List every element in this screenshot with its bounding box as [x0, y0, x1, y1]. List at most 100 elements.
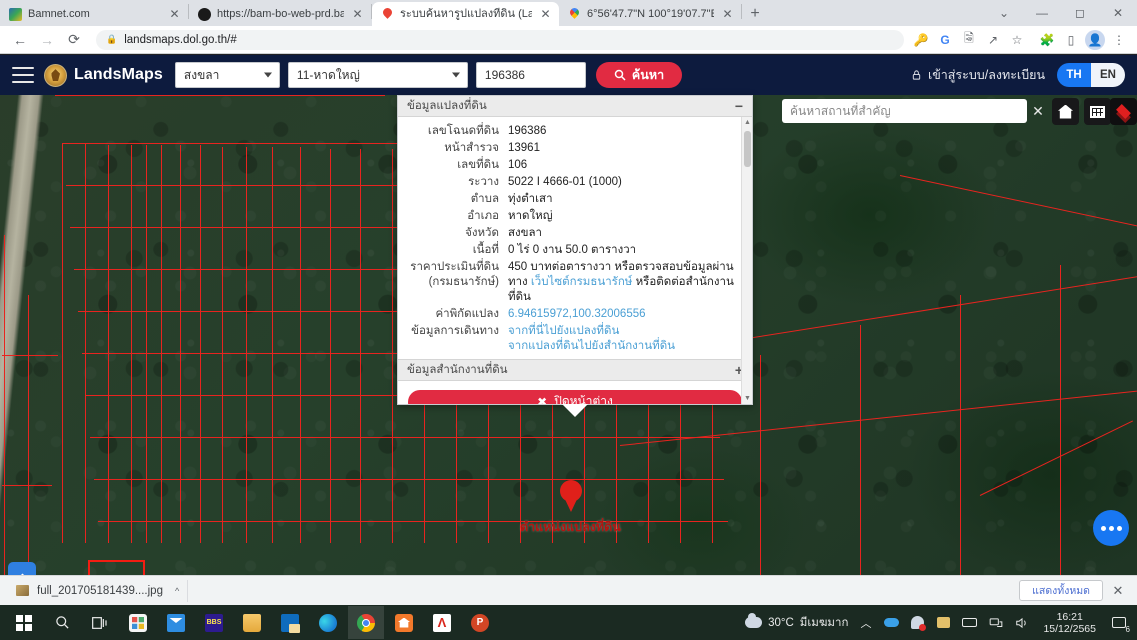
minimize-button[interactable]: —	[1023, 0, 1061, 26]
side-panel-icon[interactable]: ▯	[1061, 30, 1081, 50]
security-alert-icon[interactable]	[909, 615, 927, 631]
panel-title: ข้อมูลแปลงที่ดิน	[407, 99, 487, 112]
chevron-up-icon[interactable]: ︿	[857, 615, 874, 630]
edge-icon[interactable]	[310, 606, 346, 639]
route-parcel-to-office-link[interactable]: จากแปลงที่ดินไปยังสำนักงานที่ดิน	[508, 339, 752, 354]
scroll-down-arrow-icon[interactable]: ▼	[742, 393, 752, 404]
district-select[interactable]: 11-หาดใหญ่	[287, 62, 468, 88]
treasury-website-link[interactable]: เว็บไซต์กรมธนารักษ์	[531, 276, 633, 288]
chrome-menu-icon[interactable]: ⋮	[1109, 30, 1129, 50]
password-manager-icon[interactable]: 🔑	[911, 30, 931, 50]
acrobat-icon[interactable]: Λ	[424, 606, 460, 639]
clock[interactable]: 16:21 15/12/2565	[1039, 611, 1100, 635]
store-icon[interactable]	[120, 606, 156, 639]
forward-icon[interactable]: →	[35, 28, 59, 52]
lang-en-button[interactable]: EN	[1091, 63, 1125, 87]
profile-avatar-icon[interactable]: 👤	[1085, 29, 1105, 50]
search-button[interactable]: ค้นหา	[595, 62, 683, 88]
cloud-icon	[745, 613, 763, 628]
menu-icon[interactable]	[12, 67, 34, 83]
scrollbar-thumb[interactable]	[744, 130, 751, 167]
province-select[interactable]: สงขลา	[174, 62, 280, 88]
close-download-shelf-icon[interactable]: ✕	[1107, 580, 1129, 602]
table-row-coordinates: ค่าพิกัดแปลง 6.94615972,100.32006556	[398, 306, 752, 323]
home-app-icon[interactable]	[386, 606, 422, 639]
parcel-info-accordion-header[interactable]: ข้อมูลแปลงที่ดิน −	[398, 96, 752, 117]
onedrive-icon[interactable]	[883, 615, 900, 630]
new-tab-button[interactable]: +	[742, 2, 768, 26]
panel-scrollbar[interactable]: ▲ ▼	[741, 116, 752, 404]
coord-value[interactable]: 6.94615972,100.32006556	[508, 307, 752, 322]
display-icon[interactable]	[935, 615, 952, 630]
network-icon[interactable]	[987, 615, 1004, 630]
table-row: จังหวัด สงขลา	[398, 225, 752, 242]
powerpoint-icon[interactable]: P	[462, 606, 498, 639]
mail-icon[interactable]	[158, 606, 194, 639]
language-toggle[interactable]: TH EN	[1057, 63, 1125, 87]
row-value: 106	[508, 158, 528, 171]
tab-close-icon[interactable]: ✕	[720, 7, 735, 22]
extensions-puzzle-icon[interactable]: 🧩	[1037, 30, 1057, 50]
task-view-icon[interactable]	[82, 606, 118, 639]
bookmark-star-icon[interactable]: ☆	[1007, 30, 1027, 50]
notification-center-icon[interactable]: 6	[1109, 614, 1130, 634]
close-panel-button[interactable]: ✖ ปิดหน้าต่าง	[408, 389, 742, 404]
google-icon[interactable]: G	[935, 30, 955, 50]
download-item[interactable]: full_201705181439....jpg ^	[8, 579, 189, 602]
weather-widget[interactable]: 30°C มีเมฆมาก	[745, 613, 848, 632]
back-icon[interactable]: ←	[8, 28, 32, 52]
search-icon[interactable]	[44, 606, 80, 639]
outlook-icon[interactable]	[272, 606, 308, 639]
file-explorer-icon[interactable]	[234, 606, 270, 639]
tab-search-chevron-icon[interactable]: ⌄	[985, 0, 1023, 26]
layers-button[interactable]	[1110, 98, 1137, 125]
parcel-number-input[interactable]: 196386	[475, 62, 586, 88]
scroll-up-arrow-icon[interactable]: ▲	[742, 117, 752, 128]
bbs-icon[interactable]: BBS	[196, 606, 232, 639]
close-window-button[interactable]: ✕	[1099, 0, 1137, 26]
row-label: เนื้อที่	[472, 243, 499, 256]
home-button[interactable]	[1052, 98, 1079, 125]
tab-close-icon[interactable]: ✕	[350, 7, 365, 22]
tab-strip: Bamnet.com ✕ https://bam-bo-web-prd.bam.…	[0, 0, 1137, 26]
lang-th-button[interactable]: TH	[1057, 63, 1091, 87]
collapse-icon[interactable]: −	[735, 99, 743, 113]
clear-search-icon[interactable]: ✕	[1027, 99, 1049, 123]
search-button-label: ค้นหา	[631, 68, 665, 82]
windows-start-icon[interactable]	[6, 606, 42, 639]
browser-tab-2[interactable]: https://bam-bo-web-prd.bam.co ✕	[189, 2, 371, 26]
close-panel-label: ปิดหน้าต่าง	[554, 394, 613, 404]
chrome-icon[interactable]	[348, 606, 384, 639]
show-all-downloads-button[interactable]: แสดงทั้งหมด	[1019, 580, 1103, 601]
maximize-button[interactable]: ◻	[1061, 0, 1099, 26]
land-office-accordion-header[interactable]: ข้อมูลสำนักงานที่ดิน +	[398, 358, 752, 381]
place-search-placeholder: ค้นหาสถานที่สำคัญ	[790, 103, 891, 118]
marker-label: ตำแหน่งแปลงที่ดิน	[520, 520, 621, 534]
tab-close-icon[interactable]: ✕	[167, 7, 182, 22]
parcel-line-right-3	[899, 175, 1137, 231]
row-value: สงขลา	[508, 226, 543, 239]
tab-close-icon[interactable]: ✕	[538, 7, 553, 22]
volume-icon[interactable]	[1013, 615, 1030, 630]
login-register-link[interactable]: เข้าสู่ระบบ/ลงทะเบียน	[911, 65, 1045, 85]
translate-icon[interactable]: 🗟	[959, 30, 979, 50]
google-maps-pin-icon	[568, 8, 581, 21]
price-label-line-2: (กรมธนารักษ์)	[428, 275, 499, 288]
more-options-fab[interactable]	[1093, 510, 1129, 546]
reload-icon[interactable]: ⟳	[62, 28, 86, 52]
browser-tab-1[interactable]: Bamnet.com ✕	[0, 2, 188, 26]
browser-tab-3-active[interactable]: ระบบค้นหารูปแปลงที่ดิน (LandsMaps ✕	[372, 2, 559, 26]
chevron-up-icon[interactable]: ^	[175, 586, 179, 596]
toolbar-icons: 🔑 G 🗟 ↗ ☆ 🧩 ▯ 👤 ⋮	[911, 29, 1129, 50]
route-here-to-parcel-link[interactable]: จากที่นี่ไปยังแปลงที่ดิน	[508, 324, 752, 339]
place-search-input[interactable]: ค้นหาสถานที่สำคัญ	[782, 99, 1027, 123]
address-bar[interactable]: 🔒 landsmaps.dol.go.th/#	[96, 29, 904, 50]
grid-button[interactable]	[1084, 98, 1111, 125]
keyboard-icon[interactable]	[961, 615, 978, 630]
browser-tab-4[interactable]: 6°56'47.7"N 100°19'07.7"E - Goo ✕	[559, 2, 741, 26]
eraser-tool[interactable]	[8, 562, 36, 575]
share-icon[interactable]: ↗	[983, 30, 1003, 50]
tab-title: Bamnet.com	[28, 8, 90, 20]
red-pin-icon	[381, 8, 394, 21]
table-row: เนื้อที่ 0 ไร่ 0 งาน 50.0 ตารางวา	[398, 242, 752, 259]
